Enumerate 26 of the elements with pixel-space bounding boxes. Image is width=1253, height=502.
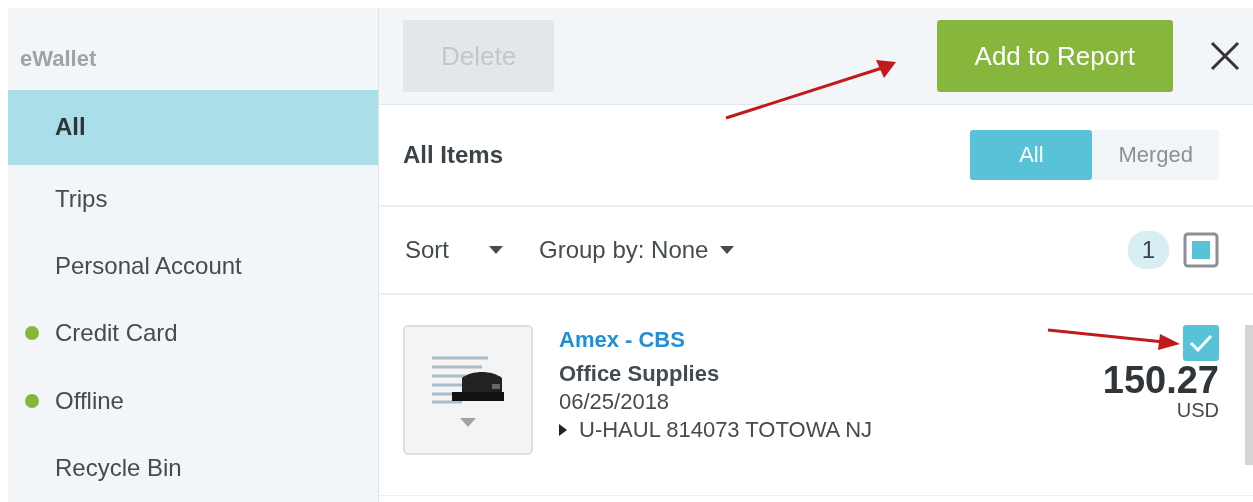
sidebar-item[interactable]: Trips	[8, 164, 378, 233]
expense-amount: 150.27	[1102, 361, 1219, 399]
expand-icon[interactable]	[559, 424, 567, 436]
item-checkbox[interactable]	[1183, 325, 1219, 361]
expense-category: Office Supplies	[559, 361, 721, 387]
scrollbar[interactable]	[1245, 325, 1253, 465]
sidebar-item[interactable]: Personal Account	[8, 232, 378, 300]
card-name-link[interactable]: Amex - CBS	[559, 327, 873, 353]
selected-count: 1	[1127, 231, 1169, 269]
sidebar-item[interactable]: Recycle Bin	[8, 434, 378, 502]
checkmark-icon	[1189, 334, 1213, 352]
sort-dropdown[interactable]: Sort	[405, 236, 503, 264]
caret-icon	[460, 417, 476, 427]
sidebar-item[interactable]: Credit Card	[8, 299, 378, 368]
currency-code: USD	[1176, 399, 1219, 422]
merchant-name: U-HAUL 814073 TOTOWA NJ	[579, 417, 873, 443]
sidebar-item[interactable]: Offline	[8, 367, 378, 435]
expense-date: 06/25/2018	[559, 389, 671, 415]
sidebar-item[interactable]: All	[8, 89, 378, 165]
caret-icon	[489, 246, 503, 254]
group-by-dropdown[interactable]: Group by: None	[539, 236, 735, 264]
sidebar-title: eWallet	[19, 45, 98, 73]
caret-icon	[720, 246, 735, 254]
select-all-checkbox[interactable]	[1183, 232, 1219, 268]
receipt-thumbnail[interactable]	[403, 325, 533, 455]
list-title: All Items	[403, 141, 504, 169]
